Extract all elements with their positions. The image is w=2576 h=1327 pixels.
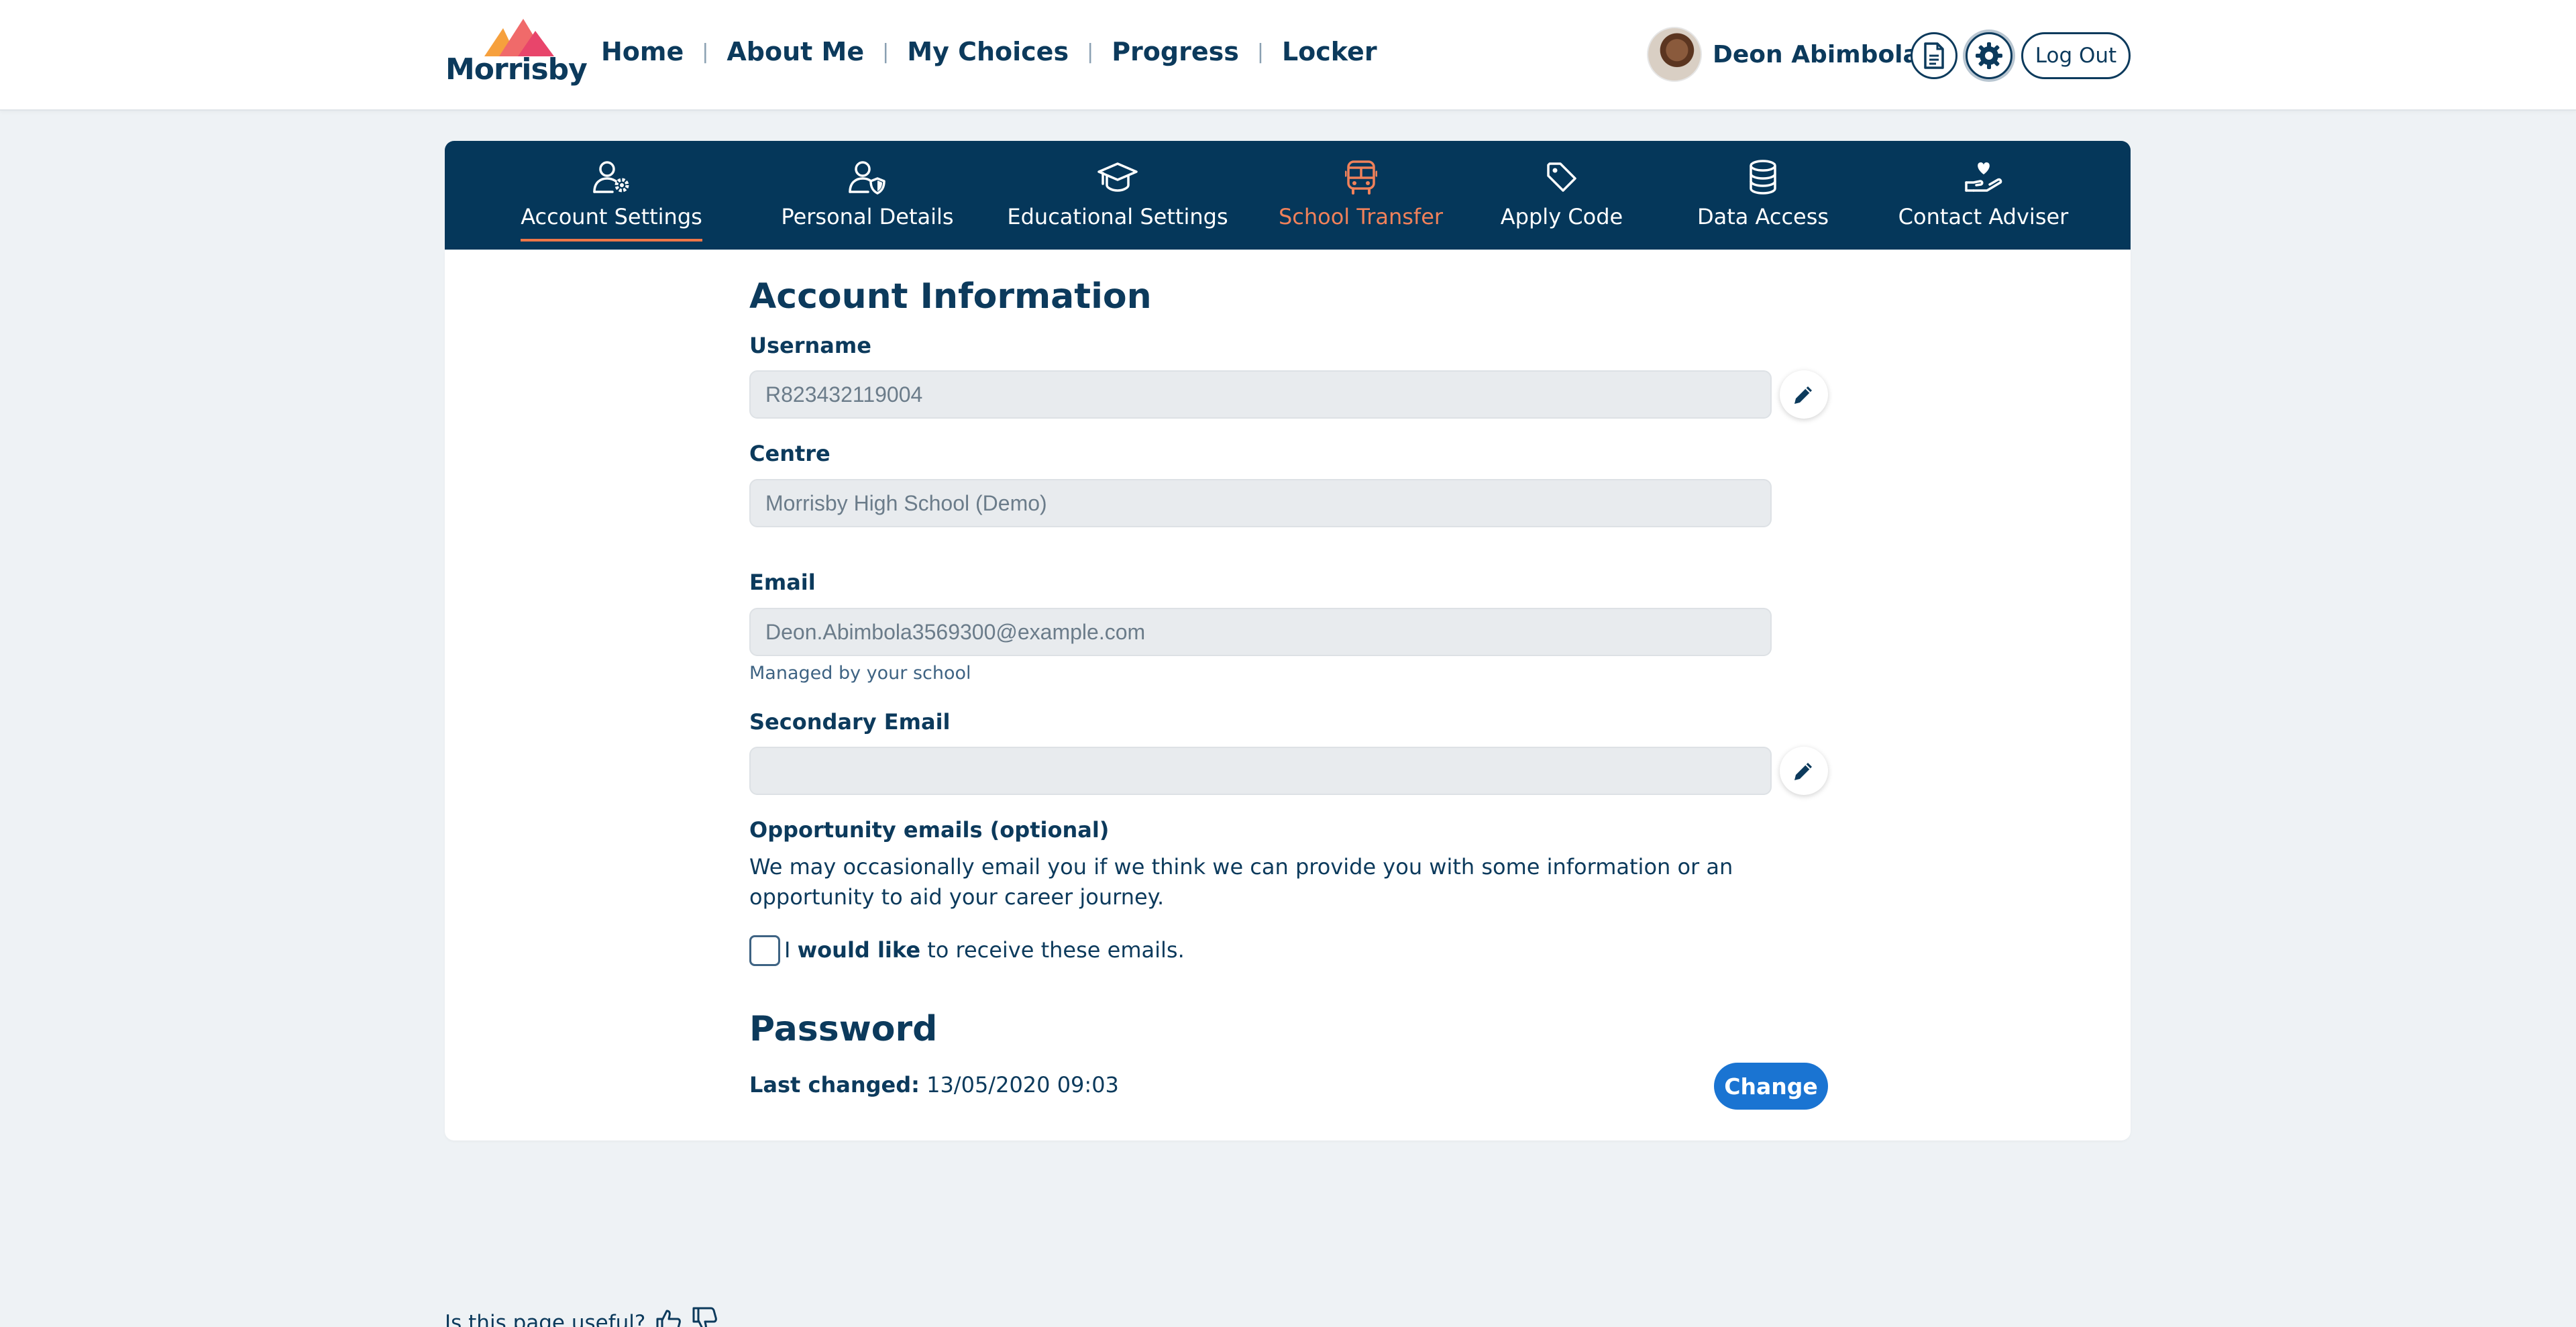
password-last-changed: Last changed: 13/05/2020 09:03 [749,1070,1353,1100]
user-name[interactable]: Deon Abimbola [1713,41,1919,68]
email-label: Email [749,570,816,595]
pencil-icon [1794,763,1812,780]
tab-personal-details[interactable]: Personal Details [757,141,978,250]
password-heading: Password [749,1009,938,1049]
edit-secondary-email-button[interactable] [1780,747,1828,795]
account-settings-card: Account Information Username R8234321190… [445,250,2131,1140]
tab-label: School Transfer [1278,204,1444,229]
secondary-email-label: Secondary Email [749,709,951,735]
checkbox-label-bold: would like [797,937,921,963]
user-profile[interactable]: Deon Abimbola [1647,27,1919,82]
hand-heart-icon [1964,162,2002,192]
nav-home[interactable]: Home [601,37,684,66]
tab-data-access[interactable]: Data Access [1682,141,1843,250]
page-feedback: Is this page useful? [445,1307,718,1327]
graduation-cap-icon [1097,162,1138,192]
avatar[interactable] [1647,27,1702,82]
opportunity-emails-checkbox[interactable] [749,935,780,966]
bus-icon [1344,160,1377,195]
nav-about-me[interactable]: About Me [727,37,864,66]
opportunity-checkbox-label[interactable]: I would like to receive these emails. [784,935,1388,965]
nav-my-choices[interactable]: My Choices [907,37,1069,66]
document-icon [1924,42,1944,69]
checkbox-label-prefix: I [784,937,791,963]
nav-separator: | [1087,40,1094,64]
thumbs-up-icon [656,1310,682,1327]
tab-school-transfer[interactable]: School Transfer [1265,141,1456,250]
documents-button[interactable] [1911,32,1957,79]
nav-separator: | [882,40,890,64]
last-changed-value: 13/05/2020 09:03 [926,1072,1119,1098]
tab-educational-settings[interactable]: Educational Settings [994,141,1242,250]
top-header: Morrisby Home | About Me | My Choices | … [0,0,2576,111]
edit-username-button[interactable] [1780,370,1828,419]
centre-field[interactable]: Morrisby High School (Demo) [749,479,1772,527]
database-icon [1750,160,1776,195]
tab-label: Contact Adviser [1898,204,2069,229]
tab-label: Data Access [1697,204,1829,229]
logo-text: Morrisby [445,52,588,87]
user-gear-icon [592,161,629,193]
centre-label: Centre [749,441,830,466]
change-password-button[interactable]: Change [1714,1063,1828,1110]
last-changed-label: Last changed: [749,1072,920,1098]
pencil-icon [1794,386,1812,404]
morrisby-logo[interactable]: Morrisby [444,19,588,93]
thumbs-down-button[interactable] [691,1307,718,1327]
nav-separator: | [702,40,709,64]
tab-label: Educational Settings [1007,204,1228,229]
nav-separator: | [1256,40,1264,64]
tab-account-settings[interactable]: Account Settings [517,141,706,250]
thumbs-up-button[interactable] [655,1307,682,1327]
tab-contact-adviser[interactable]: Contact Adviser [1881,141,2086,250]
secondary-email-field[interactable] [749,747,1772,795]
tab-label: Apply Code [1500,204,1623,229]
account-information-heading: Account Information [749,276,1152,317]
username-field[interactable]: R823432119004 [749,370,1772,419]
tab-label: Account Settings [521,204,702,242]
logout-button[interactable]: Log Out [2021,32,2131,79]
tab-label: Personal Details [781,204,954,229]
user-shield-icon [849,161,885,195]
checkbox-label-suffix: to receive these emails. [927,937,1185,963]
nav-progress[interactable]: Progress [1112,37,1239,66]
opportunity-emails-label: Opportunity emails (optional) [749,817,1110,843]
main-navigation: Home | About Me | My Choices | Progress … [601,37,1377,66]
username-label: Username [749,333,871,358]
settings-button[interactable] [1966,32,2012,79]
tag-icon [1547,162,1576,192]
tab-apply-code[interactable]: Apply Code [1485,141,1639,250]
email-hint: Managed by your school [749,663,971,684]
email-field[interactable]: Deon.Abimbola3569300@example.com [749,608,1772,656]
nav-locker[interactable]: Locker [1282,37,1377,66]
opportunity-description: We may occasionally email you if we thin… [749,854,1733,910]
gear-icon [1976,42,2002,69]
settings-tab-bar: Account Settings Personal Details Educat… [445,141,2131,250]
thumbs-down-icon [692,1307,718,1327]
page-useful-text: Is this page useful? [445,1311,646,1327]
